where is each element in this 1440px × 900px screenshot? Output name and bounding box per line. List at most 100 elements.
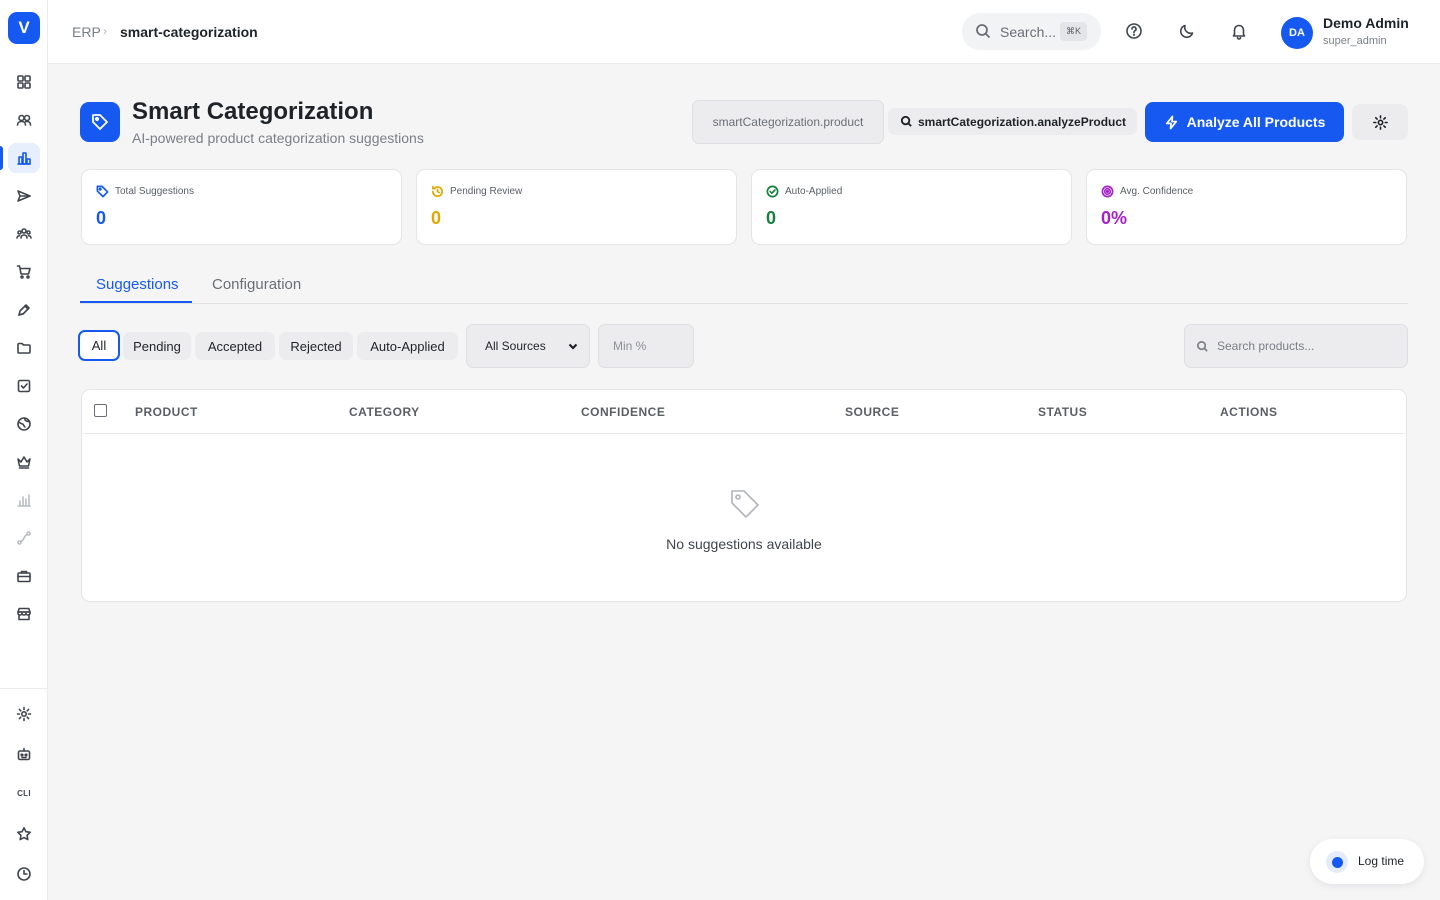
column-header-confidence[interactable]: CONFIDENCE — [581, 405, 665, 419]
store-icon — [17, 607, 31, 621]
user-role: super_admin — [1323, 35, 1387, 47]
settings-icon — [16, 706, 32, 722]
bell-icon — [1232, 24, 1246, 40]
column-header-status[interactable]: STATUS — [1038, 405, 1087, 419]
search-icon — [900, 115, 912, 127]
user-name[interactable]: Demo Admin — [1323, 15, 1409, 31]
theme-toggle[interactable] — [1176, 20, 1198, 42]
product-search-input[interactable]: Search products... — [1184, 324, 1408, 368]
tag-icon — [96, 185, 109, 198]
stat-value: 0 — [96, 208, 107, 228]
search-icon — [975, 23, 991, 44]
permission-product-field[interactable]: smartCategorization.product — [692, 100, 884, 144]
sidebar-item-users[interactable] — [8, 105, 40, 135]
breadcrumb-current: smart-categorization — [120, 24, 258, 40]
globe-icon — [17, 417, 31, 431]
sidebar-item-pen[interactable] — [8, 295, 40, 325]
stat-label: Pending Review — [450, 186, 523, 197]
sidebar-item-history[interactable] — [8, 859, 40, 889]
global-search[interactable]: Search... ⌘K — [962, 13, 1101, 50]
source-select[interactable]: All Sources — [466, 324, 590, 368]
active-tab-indicator — [80, 301, 192, 303]
workflow-icon — [17, 531, 31, 545]
stat-value: 0 — [431, 208, 442, 228]
help-icon — [1126, 23, 1142, 39]
log-time-button[interactable]: Log time — [1310, 839, 1424, 884]
sidebar-item-cart[interactable] — [8, 257, 40, 287]
app-logo[interactable]: V — [8, 12, 40, 44]
analyze-all-products-button[interactable]: Analyze All Products — [1145, 102, 1344, 142]
briefcase-icon — [17, 570, 31, 583]
permission-analyze-label: smartCategorization.analyzeProduct — [918, 114, 1127, 129]
column-header-source[interactable]: SOURCE — [845, 405, 899, 419]
min-confidence-input[interactable]: Min % — [598, 324, 694, 368]
team-icon — [16, 228, 32, 239]
sidebar-item-folder[interactable] — [8, 333, 40, 363]
select-all-checkbox[interactable] — [94, 404, 107, 417]
chevron-down-icon — [567, 340, 579, 355]
sidebar-item-favorites[interactable] — [8, 819, 40, 849]
lightning-icon — [1165, 115, 1177, 129]
min-confidence-placeholder: Min % — [613, 339, 647, 353]
tab-configuration[interactable]: Configuration — [212, 276, 301, 293]
sidebar-item-briefcase[interactable] — [8, 561, 40, 591]
stat-value: 0% — [1101, 208, 1128, 228]
sidebar-item-store[interactable] — [8, 599, 40, 629]
breadcrumb-separator: › — [103, 24, 107, 38]
robot-icon — [17, 747, 31, 761]
breadcrumb-root[interactable]: ERP — [72, 24, 101, 40]
stat-label: Auto-Applied — [785, 186, 843, 197]
column-header-category[interactable]: CATEGORY — [349, 405, 420, 419]
sidebar-item-campaign[interactable] — [8, 181, 40, 211]
filter-chip-all[interactable]: All — [78, 330, 120, 361]
sidebar-item-checklist[interactable] — [8, 371, 40, 401]
stat-label: Total Suggestions — [115, 186, 194, 197]
gear-icon — [1372, 114, 1388, 130]
folder-icon — [17, 342, 31, 354]
sidebar-item-dashboard[interactable] — [8, 67, 40, 97]
sidebar-item-workflow[interactable] — [8, 523, 40, 553]
crown-icon — [17, 456, 31, 469]
column-header-product[interactable]: PRODUCT — [135, 405, 198, 419]
sidebar: V CLI — [0, 0, 48, 900]
permission-analyze-chip[interactable]: smartCategorization.analyzeProduct — [888, 108, 1137, 135]
users-icon — [16, 114, 32, 126]
filter-chip-rejected[interactable]: Rejected — [279, 332, 353, 360]
sidebar-item-chart[interactable] — [8, 485, 40, 515]
sidebar-divider — [0, 688, 48, 689]
checklist-icon — [17, 379, 31, 393]
sidebar-item-robot[interactable] — [8, 739, 40, 769]
stat-card-avg-confidence: Avg. Confidence 0% — [1086, 169, 1407, 245]
topbar: ERP › smart-categorization Search... ⌘K … — [48, 0, 1440, 64]
source-select-value: All Sources — [485, 339, 546, 353]
sidebar-item-analytics[interactable] — [8, 143, 40, 173]
star-icon — [17, 827, 31, 841]
pen-icon — [18, 304, 30, 316]
settings-button[interactable] — [1352, 104, 1408, 140]
stat-card-total-suggestions: Total Suggestions 0 — [81, 169, 402, 245]
moon-icon — [1179, 24, 1194, 39]
filter-chip-accepted[interactable]: Accepted — [195, 332, 275, 360]
target-icon — [1101, 185, 1114, 198]
sidebar-item-settings[interactable] — [8, 699, 40, 729]
page-icon — [80, 102, 120, 142]
log-time-label: Log time — [1358, 854, 1405, 868]
filter-chip-pending[interactable]: Pending — [123, 332, 191, 360]
search-shortcut-badge: ⌘K — [1060, 22, 1087, 41]
global-search-placeholder: Search... — [1000, 24, 1057, 40]
stat-label: Avg. Confidence — [1120, 186, 1194, 197]
page-title: Smart Categorization — [132, 98, 374, 125]
help-button[interactable] — [1123, 20, 1145, 42]
sidebar-item-crown[interactable] — [8, 447, 40, 477]
sidebar-item-cli[interactable]: CLI — [8, 789, 40, 798]
suggestions-table: PRODUCT CATEGORY CONFIDENCE SOURCE STATU… — [81, 389, 1407, 602]
filter-chip-auto-applied[interactable]: Auto-Applied — [357, 332, 458, 360]
tab-suggestions[interactable]: Suggestions — [96, 276, 179, 293]
notifications-button[interactable] — [1228, 20, 1250, 42]
check-circle-icon — [766, 185, 779, 198]
sidebar-item-team[interactable] — [8, 219, 40, 249]
empty-state-tag-icon — [727, 486, 763, 527]
sidebar-item-globe[interactable] — [8, 409, 40, 439]
avatar[interactable]: DA — [1281, 17, 1313, 49]
sidebar-active-indicator — [0, 146, 3, 170]
